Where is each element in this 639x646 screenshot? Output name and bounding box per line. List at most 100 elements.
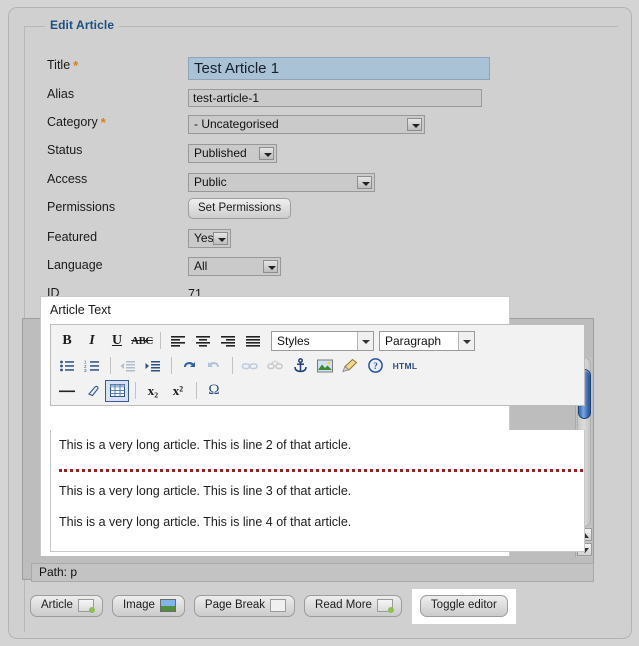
editor-paragraph: This is a very long article. This is lin… <box>59 484 574 499</box>
align-left-icon[interactable] <box>166 330 190 352</box>
set-permissions-button[interactable]: Set Permissions <box>188 198 291 219</box>
label-language: Language <box>47 258 103 272</box>
toolbar-row-1: B I U ABC <box>55 328 582 353</box>
category-control: - Uncategorised <box>188 115 425 134</box>
unlink-icon[interactable] <box>263 355 287 377</box>
access-select[interactable]: Public <box>188 173 375 192</box>
insert-image-label: Image <box>123 599 155 612</box>
special-char-icon[interactable]: Ω <box>202 380 226 402</box>
horizontal-rule-icon[interactable] <box>55 380 79 402</box>
align-justify-icon[interactable] <box>241 330 265 352</box>
format-select-value: Paragraph <box>385 334 441 348</box>
article-text-label: Article Text <box>50 303 111 317</box>
category-select-value: - Uncategorised <box>194 117 279 131</box>
language-select[interactable]: All <box>188 257 281 276</box>
superscript-label: x² <box>173 383 183 399</box>
form-row-status: Status Published <box>25 143 619 171</box>
outdent-icon[interactable] <box>116 355 140 377</box>
access-control: Public <box>188 173 375 192</box>
numbered-list-icon[interactable]: 123 <box>80 355 104 377</box>
svg-text:3: 3 <box>84 368 87 373</box>
editor-paragraph: This is a very long article. This is lin… <box>59 515 574 530</box>
category-select[interactable]: - Uncategorised <box>188 115 425 134</box>
screen: Edit Article Title* Alias Category* <box>0 0 639 646</box>
subscript-icon[interactable]: x₂ <box>141 380 165 402</box>
help-icon[interactable]: ? <box>363 355 387 377</box>
strikethrough-icon[interactable]: ABC <box>130 330 154 352</box>
insert-read-more-label: Read More <box>315 599 372 612</box>
title-input[interactable] <box>188 57 490 80</box>
page-break-icon <box>270 599 286 612</box>
editor-paragraph: This is a very long article. This is lin… <box>59 438 574 453</box>
bullet-list-icon[interactable] <box>55 355 79 377</box>
read-more-icon <box>377 599 393 612</box>
status-select[interactable]: Published <box>188 144 277 163</box>
status-select-value: Published <box>194 146 247 160</box>
styles-select[interactable]: Styles <box>271 331 374 351</box>
chevron-down-icon <box>357 176 372 189</box>
alias-control <box>188 89 482 107</box>
chevron-down-icon <box>407 118 422 131</box>
page-title: Edit Article <box>45 18 119 32</box>
label-access: Access <box>47 172 87 186</box>
page-break-marker <box>59 469 585 472</box>
toolbar-separator <box>232 357 233 374</box>
form-row-category: Category* - Uncategorised <box>25 114 619 142</box>
insert-image-button[interactable]: Image <box>112 595 185 617</box>
undo-icon[interactable] <box>177 355 201 377</box>
special-char-label: Ω <box>208 382 219 399</box>
label-status: Status <box>47 143 82 157</box>
editor-toolbars: B I U ABC <box>51 325 584 405</box>
bold-icon[interactable]: B <box>55 330 79 352</box>
form-row-language: Language All <box>25 258 619 286</box>
label-title: Title* <box>47 57 78 72</box>
align-right-icon[interactable] <box>216 330 240 352</box>
alias-input[interactable] <box>188 89 482 107</box>
permissions-control: Set Permissions <box>188 198 291 219</box>
remove-format-icon[interactable] <box>80 380 104 402</box>
language-control: All <box>188 257 281 276</box>
required-marker: * <box>101 115 106 130</box>
chevron-down-icon <box>213 232 228 245</box>
italic-icon[interactable]: I <box>80 330 104 352</box>
label-category: Category* <box>47 114 106 129</box>
subscript-label: x₂ <box>148 383 158 399</box>
access-select-value: Public <box>194 175 227 189</box>
insert-article-button[interactable]: Article <box>30 595 103 617</box>
insert-page-break-button[interactable]: Page Break <box>194 595 295 617</box>
chevron-down-icon <box>263 260 278 273</box>
html-source-icon[interactable]: HTML <box>388 355 422 377</box>
insert-article-label: Article <box>41 599 73 612</box>
form-row-permissions: Permissions Set Permissions <box>25 200 619 228</box>
redo-icon[interactable] <box>202 355 226 377</box>
indent-icon[interactable] <box>141 355 165 377</box>
toggle-editor-wrapper: Toggle editor <box>412 589 516 624</box>
title-control <box>188 57 490 80</box>
align-center-icon[interactable] <box>191 330 215 352</box>
image-icon[interactable] <box>313 355 337 377</box>
required-marker: * <box>73 58 78 73</box>
language-select-value: All <box>194 259 207 273</box>
superscript-icon[interactable]: x² <box>166 380 190 402</box>
cleanup-brush-icon[interactable] <box>338 355 362 377</box>
toolbar-separator <box>160 332 161 349</box>
anchor-icon[interactable] <box>288 355 312 377</box>
featured-select[interactable]: Yes <box>188 229 231 248</box>
label-permissions: Permissions <box>47 200 115 214</box>
toolbar-separator <box>196 382 197 399</box>
insert-read-more-button[interactable]: Read More <box>304 595 402 617</box>
article-text-panel: Article Text B I U ABC <box>40 296 510 556</box>
form-row-title: Title* <box>25 57 619 85</box>
underline-icon[interactable]: U <box>105 330 129 352</box>
label-alias: Alias <box>47 87 74 101</box>
editor-path-bar: Path: p <box>31 563 594 582</box>
toolbar-row-3: x₂ x² Ω <box>55 378 582 403</box>
svg-text:?: ? <box>373 361 378 371</box>
format-select[interactable]: Paragraph <box>379 331 475 351</box>
toggle-editor-button[interactable]: Toggle editor <box>420 595 508 617</box>
link-icon[interactable] <box>238 355 262 377</box>
table-icon[interactable] <box>105 380 129 402</box>
form-row-access: Access Public <box>25 172 619 200</box>
editor-content-area[interactable]: This is a very long article. This is lin… <box>50 430 585 552</box>
toolbar-separator <box>171 357 172 374</box>
